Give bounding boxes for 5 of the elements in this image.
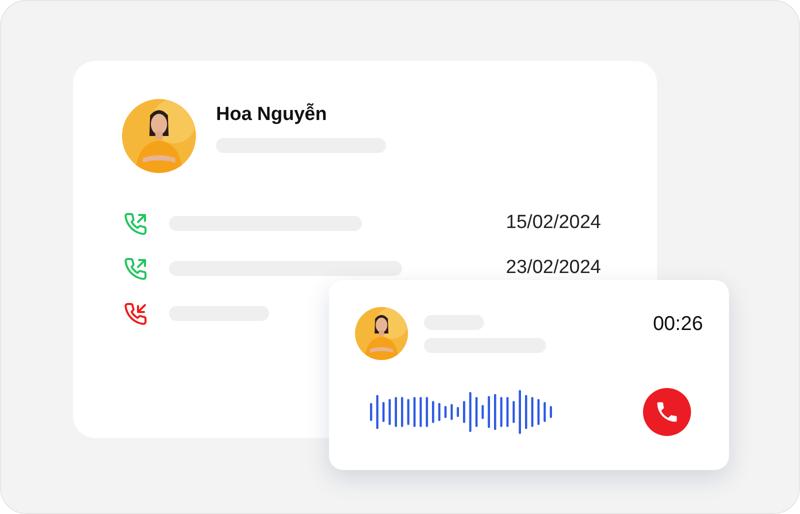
- call-date: 15/02/2024: [506, 211, 601, 236]
- contact-name: Hoa Nguyễn: [216, 102, 328, 127]
- hang-up-button[interactable]: [643, 388, 691, 436]
- call-date: 23/02/2024: [506, 256, 601, 280]
- call-duration: 00:26: [652, 312, 703, 337]
